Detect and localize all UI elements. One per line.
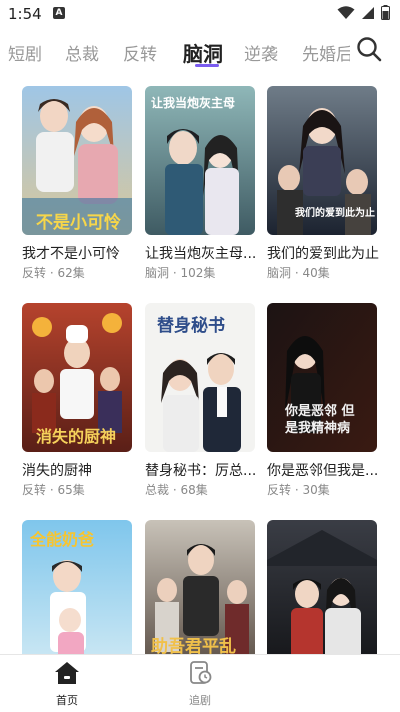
drama-episodes: 30集	[302, 483, 330, 497]
status-icons	[337, 5, 390, 20]
bottom-navigation: 首页 追剧	[0, 654, 400, 712]
search-icon	[357, 37, 382, 62]
nav-home[interactable]: 首页	[37, 661, 97, 707]
drama-genre: 反转	[22, 483, 47, 497]
battery-icon	[381, 5, 390, 20]
drama-title: 让我当炮灰主母...	[145, 246, 257, 262]
nav-follow[interactable]: 追剧	[170, 661, 230, 707]
drama-meta: 反转 · 65集	[22, 483, 85, 497]
drama-cover[interactable]	[267, 520, 377, 669]
drama-cover[interactable]: 我们的爱到此为止	[267, 86, 377, 235]
nav-home-label: 首页	[56, 694, 78, 707]
drama-genre: 脑洞	[145, 266, 170, 280]
drama-episodes: 68集	[180, 483, 208, 497]
tab-xianhunhouai[interactable]: 先婚后	[302, 40, 350, 65]
drama-title: 你是恶邻但我是...	[267, 463, 379, 479]
status-bar: 1:54 A	[0, 0, 400, 28]
notification-badge: A	[53, 7, 65, 19]
drama-cover[interactable]: 消失的厨神	[22, 303, 132, 452]
drama-genre: 脑洞	[267, 266, 292, 280]
drama-title: 我们的爱到此为止	[267, 246, 379, 262]
search-button[interactable]	[355, 35, 383, 63]
drama-episodes: 62集	[57, 266, 85, 280]
drama-title: 替身秘书：厉总...	[145, 463, 257, 479]
drama-cover[interactable]: 你是恶邻 但是我精神病	[267, 303, 377, 452]
drama-cover[interactable]: 让我当炮灰主母	[145, 86, 255, 235]
category-tabs: 短剧 总裁 反转 脑洞 逆袭 先婚后	[0, 28, 350, 76]
nav-follow-label: 追剧	[189, 694, 211, 707]
drama-cover[interactable]: 全能奶爸	[22, 520, 132, 669]
drama-title: 我才不是小可怜	[22, 246, 120, 262]
tab-fanzhuan[interactable]: 反转	[123, 40, 157, 65]
tab-zongcai[interactable]: 总裁	[65, 40, 99, 65]
cover-title-text: 全能奶爸	[30, 530, 95, 549]
tab-nixi[interactable]: 逆袭	[244, 40, 278, 65]
signal-icon	[362, 6, 374, 19]
drama-meta: 反转 · 30集	[267, 483, 330, 497]
drama-genre: 反转	[267, 483, 292, 497]
cover-title-text: 我们的爱到此为止	[295, 208, 375, 219]
drama-cover[interactable]: 不是小可怜	[22, 86, 132, 235]
cover-title-text: 不是小可怜	[36, 213, 121, 233]
drama-cover[interactable]: 助吾君平乱	[145, 520, 255, 669]
drama-genre: 反转	[22, 266, 47, 280]
clock-doc-icon	[190, 661, 212, 684]
drama-meta: 总裁 · 68集	[145, 483, 208, 497]
cover-title-text: 替身秘书	[157, 316, 225, 336]
tab-duanju[interactable]: 短剧	[8, 40, 42, 65]
cover-title-text: 消失的厨神	[36, 427, 117, 446]
drama-cover[interactable]: 替身秘书	[145, 303, 255, 452]
cover-title-text: 让我当炮灰主母	[151, 96, 236, 110]
active-tab-indicator	[195, 64, 219, 67]
status-time: 1:54	[8, 5, 42, 23]
drama-meta: 脑洞 · 102集	[145, 266, 216, 280]
cover-title-text: 你是恶邻 但是我精神病	[285, 404, 355, 436]
drama-meta: 反转 · 62集	[22, 266, 85, 280]
drama-title: 消失的厨神	[22, 463, 92, 479]
home-icon	[55, 662, 79, 684]
category-tab-bar: 短剧 总裁 反转 脑洞 逆袭 先婚后	[0, 28, 400, 76]
drama-meta: 脑洞 · 40集	[267, 266, 330, 280]
wifi-icon	[337, 5, 355, 19]
drama-episodes: 65集	[57, 483, 85, 497]
tab-naodong[interactable]: 脑洞	[183, 38, 223, 67]
drama-episodes: 102集	[180, 266, 216, 280]
drama-genre: 总裁	[145, 483, 170, 497]
drama-episodes: 40集	[302, 266, 330, 280]
